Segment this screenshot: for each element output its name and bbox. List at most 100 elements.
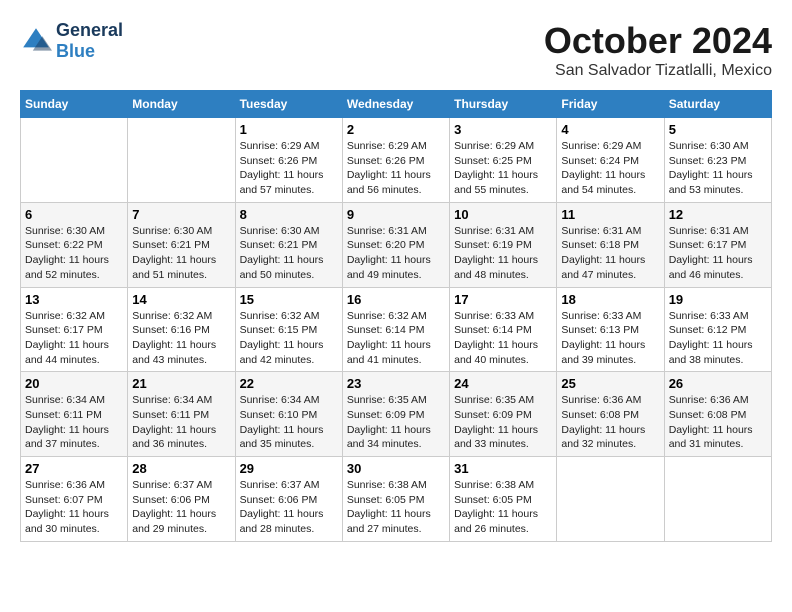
day-number: 21 bbox=[132, 376, 230, 391]
calendar-cell: 25 Sunrise: 6:36 AMSunset: 6:08 PMDayligh… bbox=[557, 372, 664, 457]
cell-info: Sunrise: 6:29 AMSunset: 6:24 PMDaylight:… bbox=[561, 139, 659, 198]
calendar-cell: 26 Sunrise: 6:36 AMSunset: 6:08 PMDayligh… bbox=[664, 372, 771, 457]
day-number: 6 bbox=[25, 207, 123, 222]
day-number: 16 bbox=[347, 292, 445, 307]
calendar-cell: 8 Sunrise: 6:30 AMSunset: 6:21 PMDaylight… bbox=[235, 202, 342, 287]
cell-info: Sunrise: 6:33 AMSunset: 6:12 PMDaylight:… bbox=[669, 309, 767, 368]
cell-info: Sunrise: 6:31 AMSunset: 6:17 PMDaylight:… bbox=[669, 224, 767, 283]
day-number: 22 bbox=[240, 376, 338, 391]
cell-info: Sunrise: 6:30 AMSunset: 6:22 PMDaylight:… bbox=[25, 224, 123, 283]
day-number: 8 bbox=[240, 207, 338, 222]
header-monday: Monday bbox=[128, 91, 235, 118]
cell-info: Sunrise: 6:35 AMSunset: 6:09 PMDaylight:… bbox=[347, 393, 445, 452]
week-row-1: 1 Sunrise: 6:29 AMSunset: 6:26 PMDaylight… bbox=[21, 118, 772, 203]
day-number: 30 bbox=[347, 461, 445, 476]
day-number: 17 bbox=[454, 292, 552, 307]
calendar-cell: 5 Sunrise: 6:30 AMSunset: 6:23 PMDaylight… bbox=[664, 118, 771, 203]
day-number: 26 bbox=[669, 376, 767, 391]
cell-info: Sunrise: 6:32 AMSunset: 6:14 PMDaylight:… bbox=[347, 309, 445, 368]
calendar-cell: 22 Sunrise: 6:34 AMSunset: 6:10 PMDayligh… bbox=[235, 372, 342, 457]
day-number: 23 bbox=[347, 376, 445, 391]
week-row-4: 20Sunrise: 6:34 AMSunset: 6:11 PMDayligh… bbox=[21, 372, 772, 457]
calendar-cell: 20Sunrise: 6:34 AMSunset: 6:11 PMDayligh… bbox=[21, 372, 128, 457]
day-number: 13 bbox=[25, 292, 123, 307]
cell-info: Sunrise: 6:34 AMSunset: 6:11 PMDaylight:… bbox=[25, 393, 123, 452]
cell-info: Sunrise: 6:33 AMSunset: 6:14 PMDaylight:… bbox=[454, 309, 552, 368]
location-title: San Salvador Tizatlalli, Mexico bbox=[544, 62, 772, 80]
cell-info: Sunrise: 6:32 AMSunset: 6:16 PMDaylight:… bbox=[132, 309, 230, 368]
cell-info: Sunrise: 6:30 AMSunset: 6:21 PMDaylight:… bbox=[132, 224, 230, 283]
day-number: 4 bbox=[561, 122, 659, 137]
cell-info: Sunrise: 6:36 AMSunset: 6:08 PMDaylight:… bbox=[561, 393, 659, 452]
calendar-cell: 9 Sunrise: 6:31 AMSunset: 6:20 PMDaylight… bbox=[342, 202, 449, 287]
calendar-cell: 31Sunrise: 6:38 AMSunset: 6:05 PMDayligh… bbox=[450, 457, 557, 542]
calendar-cell bbox=[557, 457, 664, 542]
day-number: 10 bbox=[454, 207, 552, 222]
calendar-cell: 15Sunrise: 6:32 AMSunset: 6:15 PMDayligh… bbox=[235, 287, 342, 372]
header-wednesday: Wednesday bbox=[342, 91, 449, 118]
day-number: 5 bbox=[669, 122, 767, 137]
cell-info: Sunrise: 6:32 AMSunset: 6:17 PMDaylight:… bbox=[25, 309, 123, 368]
day-number: 25 bbox=[561, 376, 659, 391]
calendar-cell: 13 Sunrise: 6:32 AMSunset: 6:17 PMDayligh… bbox=[21, 287, 128, 372]
calendar-cell: 6 Sunrise: 6:30 AMSunset: 6:22 PMDaylight… bbox=[21, 202, 128, 287]
calendar-cell: 12 Sunrise: 6:31 AMSunset: 6:17 PMDayligh… bbox=[664, 202, 771, 287]
cell-info: Sunrise: 6:36 AMSunset: 6:08 PMDaylight:… bbox=[669, 393, 767, 452]
calendar-cell: 28 Sunrise: 6:37 AMSunset: 6:06 PMDayligh… bbox=[128, 457, 235, 542]
day-number: 12 bbox=[669, 207, 767, 222]
day-number: 28 bbox=[132, 461, 230, 476]
cell-info: Sunrise: 6:30 AMSunset: 6:23 PMDaylight:… bbox=[669, 139, 767, 198]
cell-info: Sunrise: 6:30 AMSunset: 6:21 PMDaylight:… bbox=[240, 224, 338, 283]
header-saturday: Saturday bbox=[664, 91, 771, 118]
day-number: 9 bbox=[347, 207, 445, 222]
calendar-cell: 17 Sunrise: 6:33 AMSunset: 6:14 PMDayligh… bbox=[450, 287, 557, 372]
calendar-cell: 2Sunrise: 6:29 AMSunset: 6:26 PMDaylight… bbox=[342, 118, 449, 203]
calendar-cell: 1 Sunrise: 6:29 AMSunset: 6:26 PMDaylight… bbox=[235, 118, 342, 203]
day-number: 18 bbox=[561, 292, 659, 307]
week-row-3: 13 Sunrise: 6:32 AMSunset: 6:17 PMDayligh… bbox=[21, 287, 772, 372]
calendar-cell: 18 Sunrise: 6:33 AMSunset: 6:13 PMDayligh… bbox=[557, 287, 664, 372]
calendar-cell: 7Sunrise: 6:30 AMSunset: 6:21 PMDaylight… bbox=[128, 202, 235, 287]
cell-info: Sunrise: 6:31 AMSunset: 6:20 PMDaylight:… bbox=[347, 224, 445, 283]
page-header: General Blue October 2024 San Salvador T… bbox=[20, 20, 772, 80]
calendar-cell: 16 Sunrise: 6:32 AMSunset: 6:14 PMDayligh… bbox=[342, 287, 449, 372]
cell-info: Sunrise: 6:38 AMSunset: 6:05 PMDaylight:… bbox=[454, 478, 552, 537]
calendar-cell: 29Sunrise: 6:37 AMSunset: 6:06 PMDayligh… bbox=[235, 457, 342, 542]
cell-info: Sunrise: 6:33 AMSunset: 6:13 PMDaylight:… bbox=[561, 309, 659, 368]
day-number: 14 bbox=[132, 292, 230, 307]
header-tuesday: Tuesday bbox=[235, 91, 342, 118]
day-number: 29 bbox=[240, 461, 338, 476]
cell-info: Sunrise: 6:35 AMSunset: 6:09 PMDaylight:… bbox=[454, 393, 552, 452]
header-friday: Friday bbox=[557, 91, 664, 118]
day-number: 1 bbox=[240, 122, 338, 137]
day-number: 11 bbox=[561, 207, 659, 222]
calendar-cell: 3 Sunrise: 6:29 AMSunset: 6:25 PMDaylight… bbox=[450, 118, 557, 203]
cell-info: Sunrise: 6:29 AMSunset: 6:26 PMDaylight:… bbox=[347, 139, 445, 198]
cell-info: Sunrise: 6:34 AMSunset: 6:10 PMDaylight:… bbox=[240, 393, 338, 452]
calendar-cell: 30 Sunrise: 6:38 AMSunset: 6:05 PMDayligh… bbox=[342, 457, 449, 542]
cell-info: Sunrise: 6:36 AMSunset: 6:07 PMDaylight:… bbox=[25, 478, 123, 537]
calendar-cell: 24Sunrise: 6:35 AMSunset: 6:09 PMDayligh… bbox=[450, 372, 557, 457]
logo-text: General Blue bbox=[56, 20, 123, 62]
calendar-cell: 23 Sunrise: 6:35 AMSunset: 6:09 PMDayligh… bbox=[342, 372, 449, 457]
calendar-cell: 4 Sunrise: 6:29 AMSunset: 6:24 PMDaylight… bbox=[557, 118, 664, 203]
header-sunday: Sunday bbox=[21, 91, 128, 118]
logo-icon bbox=[20, 25, 52, 57]
calendar-cell: 14 Sunrise: 6:32 AMSunset: 6:16 PMDayligh… bbox=[128, 287, 235, 372]
calendar-cell: 27 Sunrise: 6:36 AMSunset: 6:07 PMDayligh… bbox=[21, 457, 128, 542]
calendar-body: 1 Sunrise: 6:29 AMSunset: 6:26 PMDaylight… bbox=[21, 118, 772, 542]
calendar-cell: 19Sunrise: 6:33 AMSunset: 6:12 PMDayligh… bbox=[664, 287, 771, 372]
week-row-2: 6 Sunrise: 6:30 AMSunset: 6:22 PMDaylight… bbox=[21, 202, 772, 287]
day-number: 27 bbox=[25, 461, 123, 476]
cell-info: Sunrise: 6:31 AMSunset: 6:19 PMDaylight:… bbox=[454, 224, 552, 283]
calendar-cell: 21Sunrise: 6:34 AMSunset: 6:11 PMDayligh… bbox=[128, 372, 235, 457]
cell-info: Sunrise: 6:37 AMSunset: 6:06 PMDaylight:… bbox=[132, 478, 230, 537]
cell-info: Sunrise: 6:38 AMSunset: 6:05 PMDaylight:… bbox=[347, 478, 445, 537]
cell-info: Sunrise: 6:29 AMSunset: 6:25 PMDaylight:… bbox=[454, 139, 552, 198]
cell-info: Sunrise: 6:29 AMSunset: 6:26 PMDaylight:… bbox=[240, 139, 338, 198]
calendar-cell: 10 Sunrise: 6:31 AMSunset: 6:19 PMDayligh… bbox=[450, 202, 557, 287]
day-number: 3 bbox=[454, 122, 552, 137]
calendar-cell bbox=[128, 118, 235, 203]
calendar-cell bbox=[664, 457, 771, 542]
logo: General Blue bbox=[20, 20, 123, 62]
